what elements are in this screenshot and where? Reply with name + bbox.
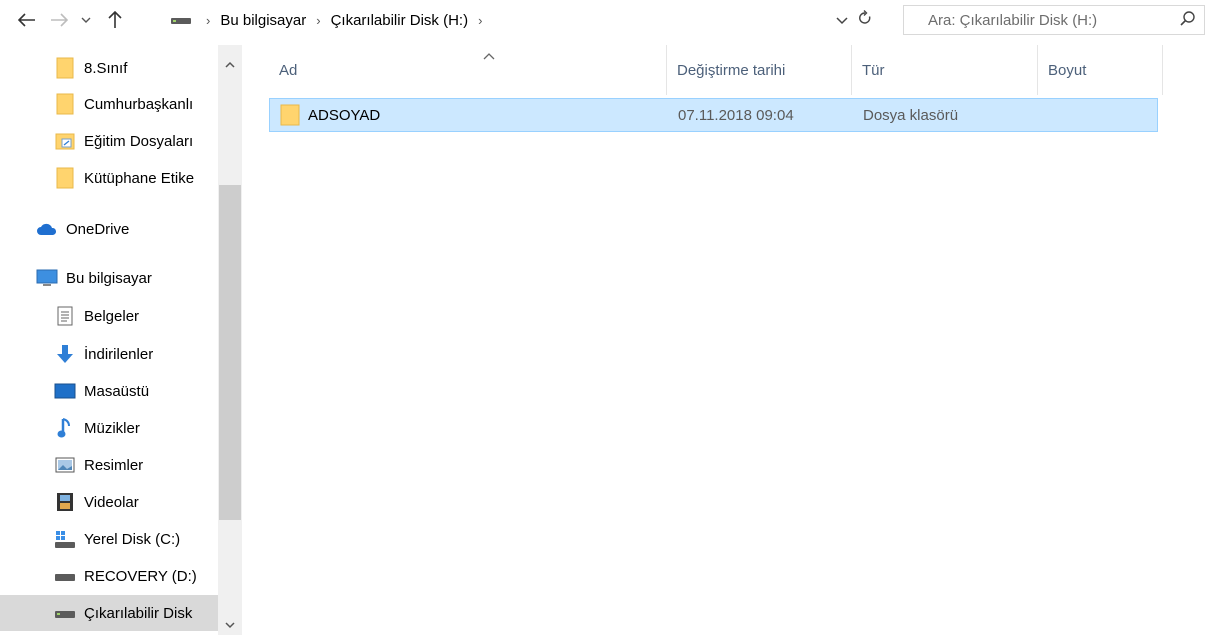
column-header-modified[interactable]: Değiştirme tarihi [667, 45, 852, 95]
table-row[interactable]: ADSOYAD 07.11.2018 09:04 Dosya klasörü [269, 98, 1158, 132]
column-header-size[interactable]: Boyut [1038, 45, 1163, 95]
sidebar-item-label: Cumhurbaşkanlı [84, 95, 194, 113]
removable-drive-icon [170, 12, 192, 29]
sidebar-item-yerel-disk-c[interactable]: Yerel Disk (C:) [0, 521, 218, 557]
sidebar-item-label: Yerel Disk (C:) [84, 530, 181, 548]
sidebar-item-this-pc[interactable]: Bu bilgisayar [0, 260, 218, 296]
sidebar-item-belgeler[interactable]: Belgeler [0, 298, 218, 334]
sidebar-item-label: Kütüphane Etike [84, 169, 195, 187]
chevron-down-icon [225, 621, 235, 628]
chevron-down-icon [81, 17, 91, 23]
sidebar-item-label: Belgeler [84, 307, 140, 325]
pictures-icon [54, 454, 76, 476]
address-toolbar: › Bu bilgisayar › Çıkarılabilir Disk (H:… [0, 0, 1213, 42]
scroll-up-button[interactable] [218, 52, 242, 76]
sidebar-item-cumhurbaskanli[interactable]: Cumhurbaşkanlı [0, 86, 218, 122]
address-tools [836, 6, 872, 34]
onedrive-icon [36, 218, 58, 240]
refresh-button[interactable] [858, 10, 872, 30]
arrow-right-icon [51, 13, 68, 27]
chevron-down-icon [836, 16, 848, 24]
sidebar-item-label: İndirilenler [84, 345, 154, 363]
downloads-icon [54, 343, 76, 365]
sidebar-item-recovery-d[interactable]: RECOVERY (D:) [0, 558, 218, 594]
folder-icon [54, 93, 76, 115]
music-icon [54, 417, 76, 439]
column-header-label: Boyut [1048, 61, 1087, 79]
forward-button[interactable] [46, 6, 72, 34]
sort-ascending-icon [483, 49, 495, 63]
sidebar-item-egitim-dosyalari[interactable]: Eğitim Dosyaları [0, 123, 218, 159]
scroll-down-button[interactable] [218, 613, 242, 637]
arrow-left-icon [18, 13, 35, 27]
sidebar-item-8-sinif[interactable]: 8.Sınıf [0, 50, 218, 86]
column-header-label: Ad [279, 61, 298, 79]
arrow-up-icon [108, 11, 122, 28]
refresh-icon [859, 10, 871, 24]
videos-icon [54, 491, 76, 513]
sidebar-item-label: 8.Sınıf [84, 59, 128, 77]
sidebar-item-removable-disk-h[interactable]: Çıkarılabilir Disk [0, 595, 218, 631]
column-header-name[interactable]: Ad [269, 45, 667, 95]
column-header-type[interactable]: Tür [852, 45, 1038, 95]
search-icon[interactable] [1178, 9, 1198, 29]
address-bar[interactable]: › Bu bilgisayar › Çıkarılabilir Disk (H:… [170, 6, 890, 34]
breadcrumb-separator[interactable]: › [200, 13, 216, 28]
folder-icon [54, 57, 76, 79]
folder-icon [54, 167, 76, 189]
sidebar-item-label: Masaüstü [84, 382, 150, 400]
sidebar-item-label: Müzikler [84, 419, 140, 437]
drive-icon [54, 565, 76, 587]
local-disk-icon [54, 528, 76, 550]
sidebar-item-indirilenler[interactable]: İndirilenler [0, 336, 218, 372]
file-modified-date: 07.11.2018 09:04 [678, 106, 794, 124]
sidebar-item-onedrive[interactable]: OneDrive [0, 211, 218, 247]
sidebar-item-label: RECOVERY (D:) [84, 567, 197, 585]
sidebar-item-label: Videolar [84, 493, 139, 511]
file-type: Dosya klasörü [863, 106, 959, 124]
sidebar-item-resimler[interactable]: Resimler [0, 447, 218, 483]
sidebar-item-label: Resimler [84, 456, 144, 474]
column-header-label: Değiştirme tarihi [677, 61, 786, 79]
recent-locations-button[interactable] [76, 6, 96, 34]
search-box[interactable] [903, 5, 1205, 35]
sidebar-item-label: OneDrive [66, 220, 130, 238]
chevron-up-icon [225, 61, 235, 68]
file-name-cell: ADSOYAD [280, 99, 380, 131]
sidebar-item-label: Eğitim Dosyaları [84, 132, 194, 150]
sidebar-item-kutuphane-etiketleri[interactable]: Kütüphane Etike [0, 160, 218, 196]
navigation-pane: 8.Sınıf Cumhurbaşkanlı Eğitim Dosyaları … [0, 45, 242, 635]
column-header-label: Tür [862, 61, 885, 79]
breadcrumb-removable-disk[interactable]: Çıkarılabilir Disk (H:) [327, 12, 473, 29]
back-button[interactable] [14, 6, 40, 34]
sidebar-item-label: Çıkarılabilir Disk [84, 604, 193, 622]
documents-icon [54, 305, 76, 327]
file-name: ADSOYAD [308, 106, 381, 124]
sidebar-item-label: Bu bilgisayar [66, 269, 152, 287]
removable-drive-icon [54, 602, 76, 624]
search-input[interactable] [928, 11, 1168, 29]
file-list: Ad Değiştirme tarihi Tür Boyut ADSOYAD 0… [242, 45, 1213, 635]
up-button[interactable] [102, 6, 128, 34]
computer-icon [36, 267, 58, 289]
shortcut-folder-icon [54, 130, 76, 152]
desktop-icon [54, 380, 76, 402]
scrollbar-thumb[interactable] [219, 185, 241, 520]
folder-icon [280, 104, 300, 126]
breadcrumb-this-pc[interactable]: Bu bilgisayar [216, 12, 310, 29]
breadcrumb-separator[interactable]: › [472, 13, 488, 28]
sidebar-item-muzikler[interactable]: Müzikler [0, 410, 218, 446]
breadcrumb-separator[interactable]: › [310, 13, 326, 28]
sidebar-item-videolar[interactable]: Videolar [0, 484, 218, 520]
sidebar-item-masaustu[interactable]: Masaüstü [0, 373, 218, 409]
address-history-button[interactable] [836, 12, 848, 29]
